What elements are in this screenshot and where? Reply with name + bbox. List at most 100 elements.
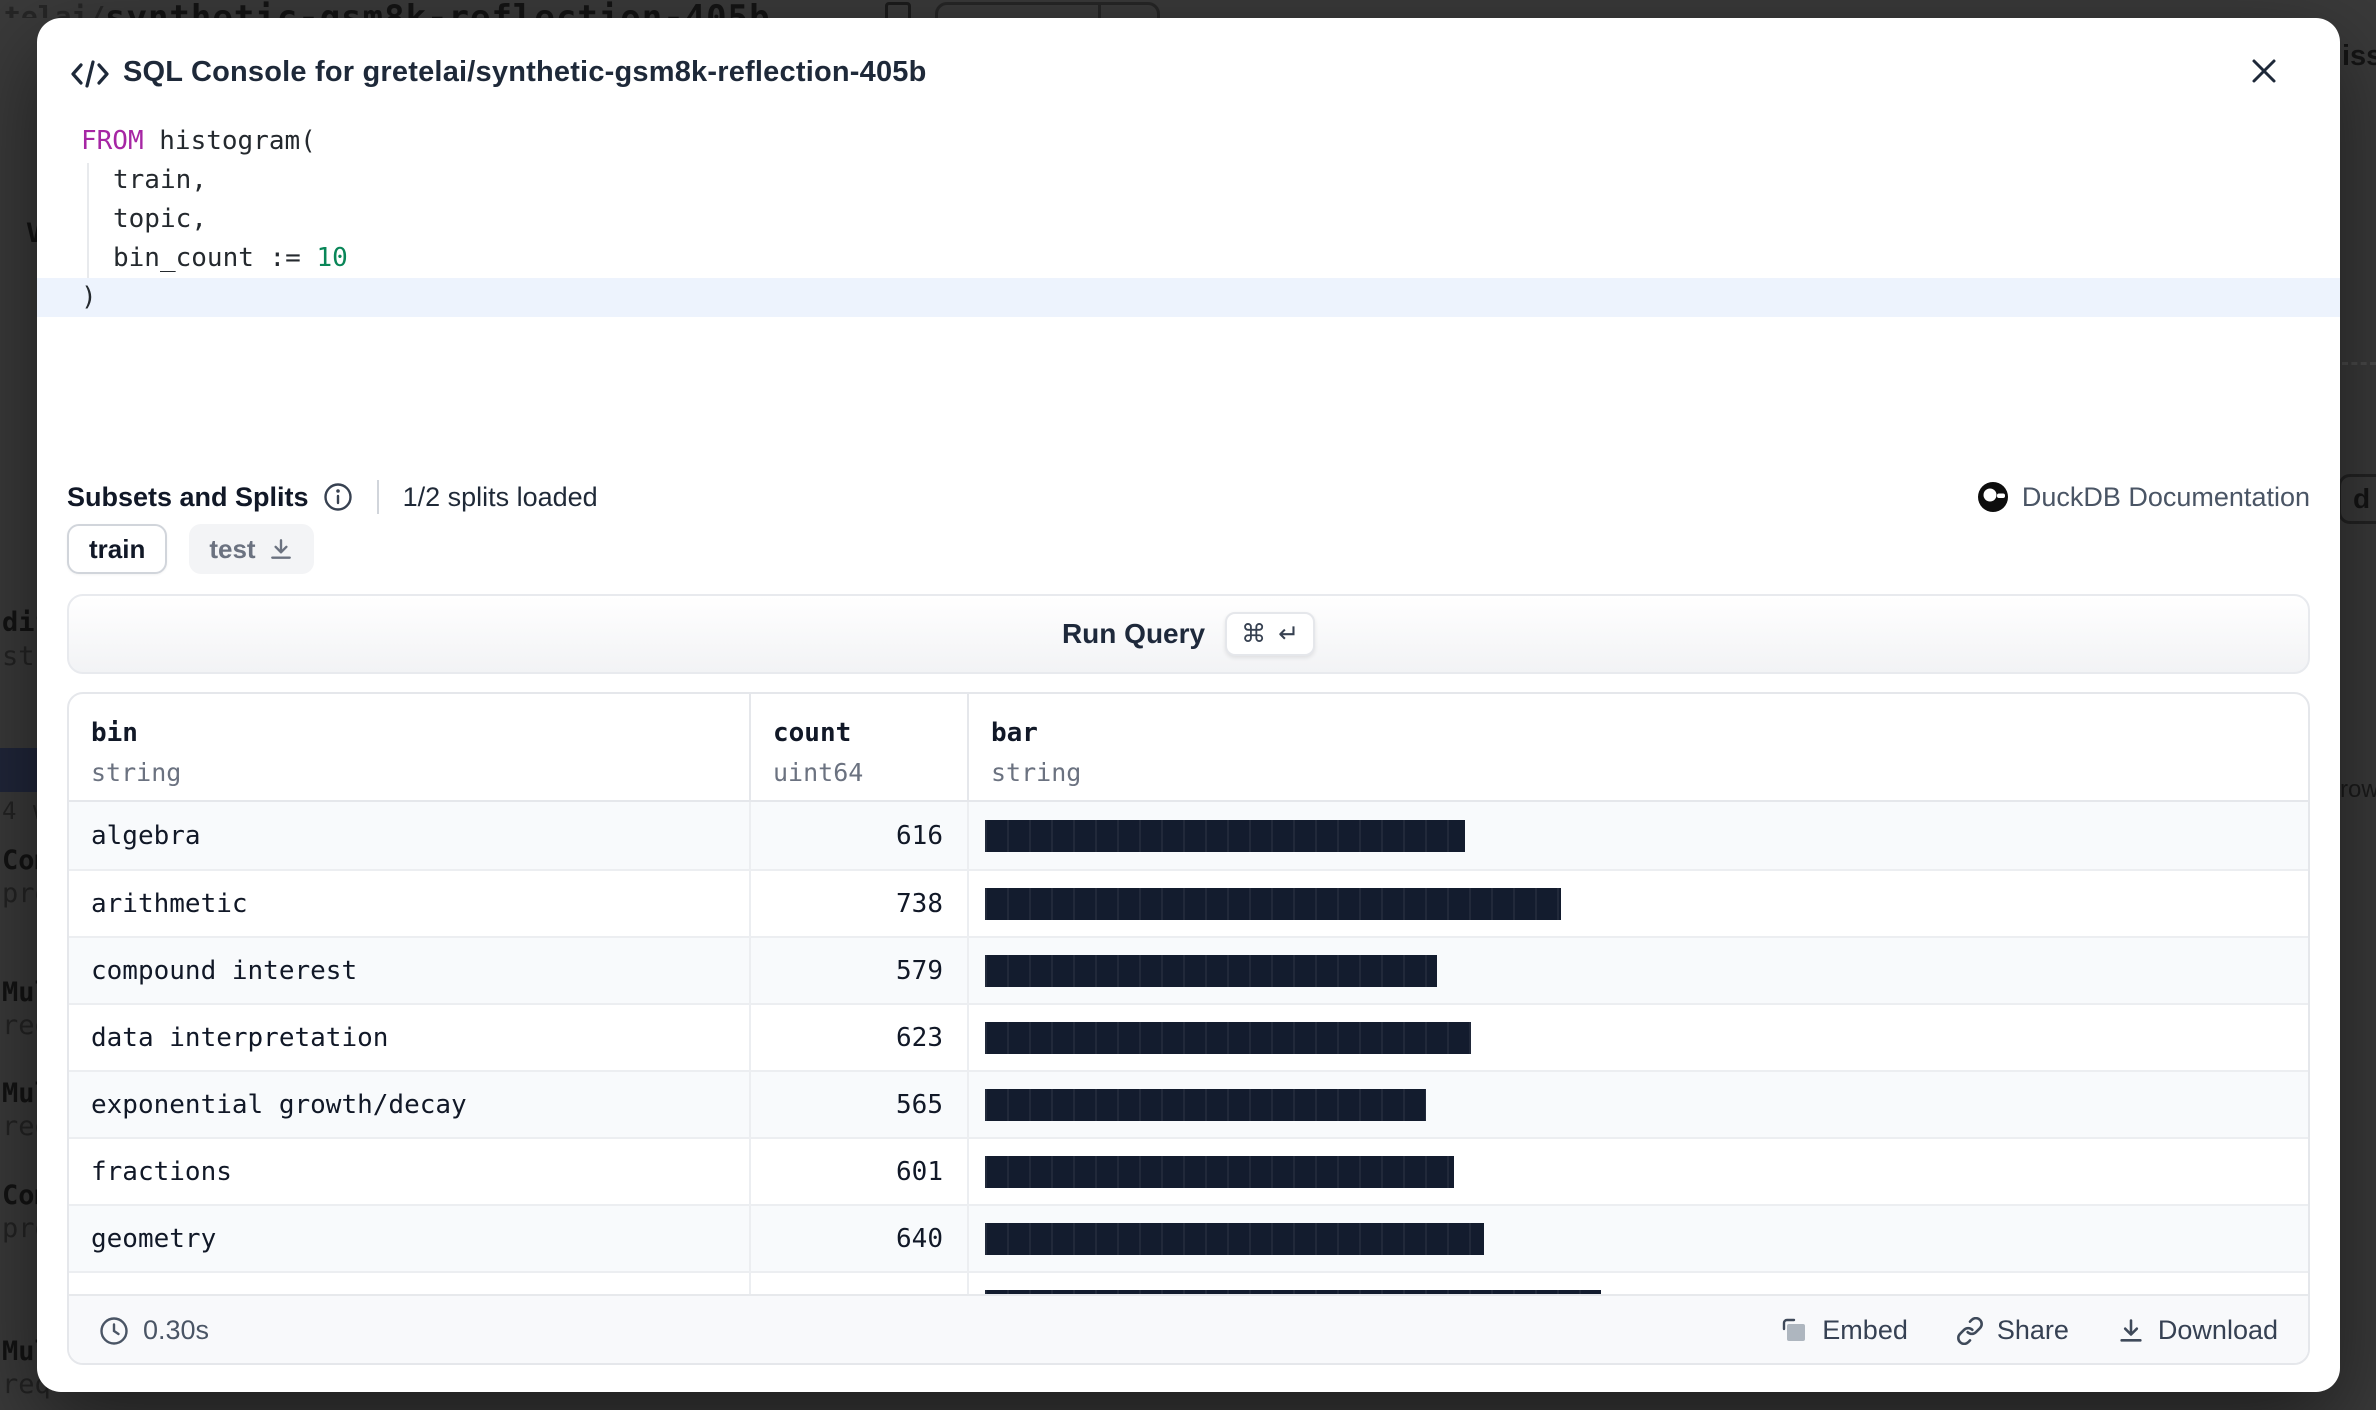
histogram-bar bbox=[985, 1290, 1601, 1295]
column-type: uint64 bbox=[773, 758, 967, 787]
count-cell: 738 bbox=[751, 871, 969, 936]
table-row[interactable]: compound interest 579 bbox=[69, 936, 2308, 1003]
query-duration: 0.30s bbox=[99, 1315, 209, 1346]
download-icon bbox=[2117, 1317, 2145, 1345]
bin-cell: compound interest bbox=[69, 938, 751, 1003]
histogram-bar bbox=[985, 1089, 1426, 1121]
bin-cell: algebra bbox=[69, 802, 751, 869]
background-rows-fragment: row bbox=[2340, 776, 2376, 804]
download-button[interactable]: Download bbox=[2117, 1315, 2278, 1346]
histogram-bar bbox=[985, 1156, 1454, 1188]
bar-cell bbox=[969, 1273, 2308, 1294]
divider bbox=[377, 480, 379, 514]
split-test-label: test bbox=[209, 534, 255, 565]
column-header-bar[interactable]: bar string bbox=[969, 694, 2308, 800]
splits-loaded-status: 1/2 splits loaded bbox=[403, 482, 598, 513]
table-row[interactable]: algebra 616 bbox=[69, 802, 2308, 869]
code-line: FROM histogram( bbox=[37, 122, 2340, 161]
split-button-test[interactable]: test bbox=[189, 524, 313, 574]
subsets-row: Subsets and Splits 1/2 splits loaded Duc… bbox=[67, 474, 2310, 520]
table-row[interactable]: data interpretation 623 bbox=[69, 1003, 2308, 1070]
close-icon bbox=[2246, 53, 2282, 89]
column-type: string bbox=[991, 758, 2308, 787]
sql-keyword: FROM bbox=[81, 126, 144, 156]
sql-number: 10 bbox=[317, 243, 348, 273]
column-name: bar bbox=[991, 718, 2308, 748]
bin-cell: fractions bbox=[69, 1139, 751, 1204]
count-cell: 616 bbox=[751, 802, 969, 869]
run-query-button[interactable]: Run Query ⌘ ↵ bbox=[67, 594, 2310, 674]
bin-cell: exponential growth/decay bbox=[69, 1072, 751, 1137]
subsets-heading: Subsets and Splits bbox=[67, 482, 309, 513]
histogram-bar bbox=[985, 888, 1561, 920]
copy-icon bbox=[885, 2, 911, 18]
code-line: bin_count := 10 bbox=[37, 239, 2340, 278]
results-table: bin string count uint64 bar string algeb… bbox=[69, 694, 2308, 1294]
bin-cell: geometry bbox=[69, 1206, 751, 1271]
code-line: topic, bbox=[37, 200, 2340, 239]
count-cell: 640 bbox=[751, 1206, 969, 1271]
column-header-bin[interactable]: bin string bbox=[69, 694, 751, 800]
bin-cell: arithmetic bbox=[69, 871, 751, 936]
query-duration-value: 0.30s bbox=[143, 1315, 209, 1346]
split-button-train[interactable]: train bbox=[67, 524, 167, 574]
table-header: bin string count uint64 bar string bbox=[69, 694, 2308, 802]
table-row[interactable]: fractions 601 bbox=[69, 1137, 2308, 1204]
bin-cell: data interpretation bbox=[69, 1005, 751, 1070]
bar-cell bbox=[969, 938, 2308, 1003]
bar-cell bbox=[969, 1206, 2308, 1271]
download-label: Download bbox=[2158, 1315, 2278, 1346]
background-owner-fragment: telai/ bbox=[4, 0, 105, 18]
background-selected-row-fragment bbox=[0, 748, 37, 792]
histogram-bar bbox=[985, 955, 1437, 987]
column-type: string bbox=[91, 758, 749, 787]
table-row[interactable]: geometry 640 bbox=[69, 1204, 2308, 1271]
duckdb-documentation-link[interactable]: DuckDB Documentation bbox=[1977, 481, 2310, 513]
table-row[interactable] bbox=[69, 1271, 2308, 1294]
share-button[interactable]: Share bbox=[1956, 1315, 2069, 1346]
embed-button[interactable]: Embed bbox=[1781, 1315, 1908, 1346]
code-icon bbox=[69, 58, 111, 90]
background-button-fragment: d bbox=[2338, 474, 2376, 524]
embed-icon bbox=[1781, 1317, 1809, 1345]
query-results-panel: bin string count uint64 bar string algeb… bbox=[67, 692, 2310, 1365]
info-icon[interactable] bbox=[323, 482, 353, 512]
column-header-count[interactable]: count uint64 bbox=[751, 694, 969, 800]
run-query-label: Run Query bbox=[1062, 618, 1205, 650]
background-page-title: synthetic-gsm8k-reflection-405b bbox=[105, 0, 771, 18]
results-footer: 0.30s Embed Share bbox=[69, 1294, 2308, 1365]
duckdb-documentation-label: DuckDB Documentation bbox=[2022, 482, 2310, 513]
count-cell bbox=[751, 1273, 969, 1294]
duckdb-logo-icon bbox=[1977, 481, 2009, 513]
enter-key-icon: ↵ bbox=[1278, 619, 1299, 649]
sql-console-modal: SQL Console for gretelai/synthetic-gsm8k… bbox=[37, 18, 2340, 1392]
close-button[interactable] bbox=[2242, 50, 2286, 94]
modal-title: SQL Console for gretelai/synthetic-gsm8k… bbox=[123, 56, 927, 89]
bar-cell bbox=[969, 1072, 2308, 1137]
table-row[interactable]: arithmetic 738 bbox=[69, 869, 2308, 936]
indent-guide bbox=[87, 163, 89, 278]
bin-cell bbox=[69, 1273, 751, 1294]
sql-text: bin_count := bbox=[113, 243, 317, 273]
background-page-header: telai/ synthetic-gsm8k-reflection-405b bbox=[0, 0, 2376, 18]
sql-editor[interactable]: FROM histogram( train, topic, bin_count … bbox=[37, 122, 2340, 317]
background-tag-fragment: issa bbox=[2342, 40, 2376, 73]
share-link-icon bbox=[1956, 1317, 1984, 1345]
split-selector: train test bbox=[67, 524, 314, 574]
table-row[interactable]: exponential growth/decay 565 bbox=[69, 1070, 2308, 1137]
bar-cell bbox=[969, 1005, 2308, 1070]
bar-cell bbox=[969, 1139, 2308, 1204]
histogram-bar bbox=[985, 1223, 1484, 1255]
sql-text: histogram( bbox=[144, 126, 316, 156]
bar-cell bbox=[969, 871, 2308, 936]
embed-label: Embed bbox=[1822, 1315, 1908, 1346]
like-button-fragment bbox=[935, 2, 1160, 18]
code-line: train, bbox=[37, 161, 2340, 200]
share-label: Share bbox=[1997, 1315, 2069, 1346]
background-dashed-line-fragment bbox=[2342, 362, 2376, 365]
download-split-icon bbox=[268, 536, 294, 562]
column-name: count bbox=[773, 718, 967, 748]
count-cell: 565 bbox=[751, 1072, 969, 1137]
keyboard-shortcut-badge: ⌘ ↵ bbox=[1225, 612, 1315, 656]
count-cell: 601 bbox=[751, 1139, 969, 1204]
